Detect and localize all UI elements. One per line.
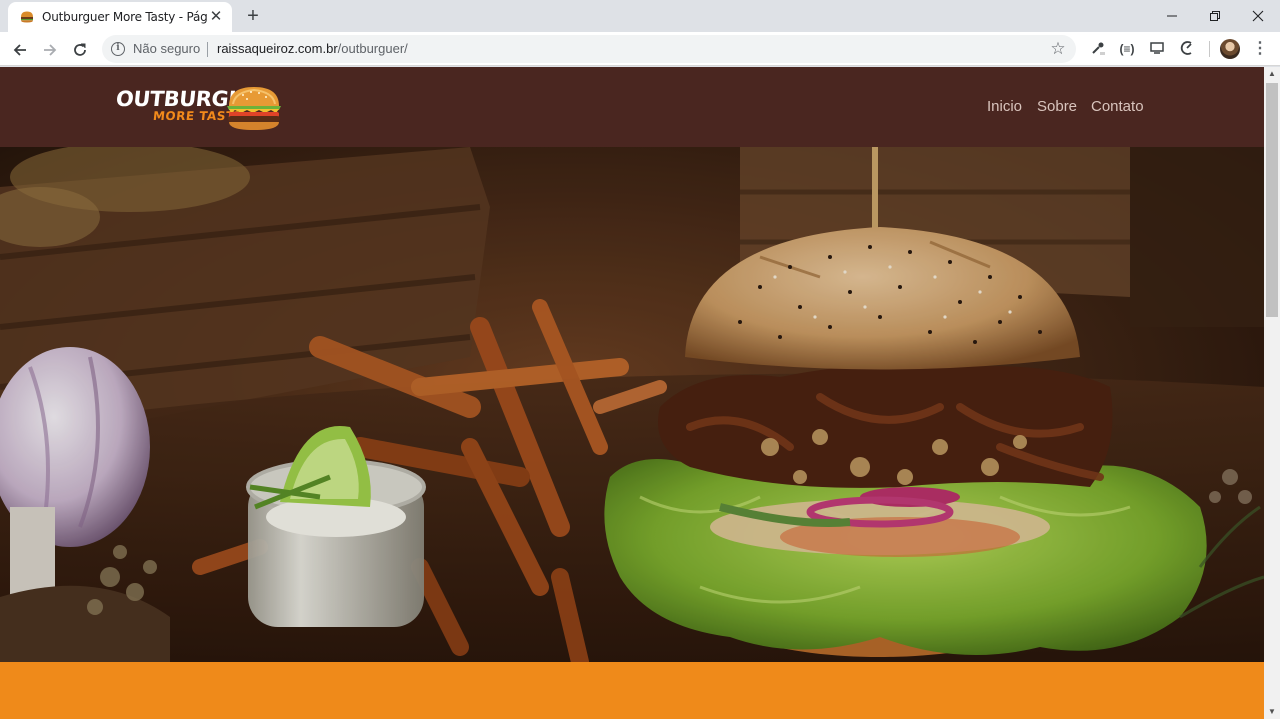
forward-arrow-icon[interactable]	[38, 37, 62, 61]
star-icon[interactable]: ☆	[1048, 39, 1068, 59]
burger-logo-icon	[227, 87, 281, 130]
nav-link-contato[interactable]: Contato	[1091, 98, 1144, 115]
url-text[interactable]: raissaqueiroz.com.br/outburguer/	[217, 41, 408, 56]
eyedropper-extension-icon[interactable]	[1089, 40, 1107, 58]
tab-close-icon[interactable]: ✕	[208, 9, 224, 25]
nav-link-sobre[interactable]: Sobre	[1037, 98, 1077, 115]
json-extension-icon[interactable]: (≡)	[1118, 40, 1136, 58]
security-label: Não seguro	[133, 41, 201, 56]
hero-image	[0, 147, 1264, 662]
site-logo[interactable]: OUTBURGUER MORE TASTY	[115, 82, 285, 132]
nav-link-inicio[interactable]: Inicio	[987, 98, 1022, 115]
new-tab-button[interactable]: +	[242, 5, 264, 27]
back-arrow-icon[interactable]	[8, 37, 32, 61]
browser-tab[interactable]: Outburguer More Tasty - Página ✕	[8, 2, 232, 32]
url-host: raissaqueiroz.com.br	[217, 41, 338, 56]
url-path: /outburguer/	[337, 41, 408, 56]
close-window-icon[interactable]	[1236, 0, 1280, 30]
address-bar[interactable]: i Não seguro raissaqueiroz.com.br/outbur…	[102, 35, 1076, 63]
scroll-thumb[interactable]	[1266, 83, 1278, 317]
minimize-icon[interactable]	[1150, 0, 1194, 30]
profile-avatar[interactable]	[1220, 39, 1240, 59]
info-icon[interactable]: i	[111, 42, 125, 56]
reload-icon[interactable]	[68, 37, 92, 61]
url-divider	[207, 42, 208, 57]
restore-icon[interactable]	[1193, 0, 1237, 30]
kebab-menu-icon[interactable]: ⋮	[1252, 40, 1268, 58]
burger-favicon-icon	[21, 11, 33, 23]
loop-extension-icon[interactable]	[1178, 40, 1196, 58]
site-header: OUTBURGUER MORE TASTY Inicio Sobre Conta…	[0, 67, 1264, 147]
burger-photo	[0, 147, 1264, 662]
toolbar-divider	[1209, 41, 1210, 57]
cast-extension-icon[interactable]	[1148, 40, 1166, 58]
tab-title: Outburguer More Tasty - Página	[42, 10, 208, 24]
browser-toolbar: i Não seguro raissaqueiroz.com.br/outbur…	[0, 32, 1280, 66]
page-scrollbar[interactable]: ▲ ▼	[1264, 67, 1280, 719]
page-viewport: OUTBURGUER MORE TASTY Inicio Sobre Conta…	[0, 67, 1264, 719]
scroll-down-icon[interactable]: ▼	[1264, 705, 1280, 719]
tab-strip: Outburguer More Tasty - Página ✕ +	[0, 0, 1280, 32]
scroll-up-icon[interactable]: ▲	[1264, 67, 1280, 81]
accent-band	[0, 662, 1264, 719]
